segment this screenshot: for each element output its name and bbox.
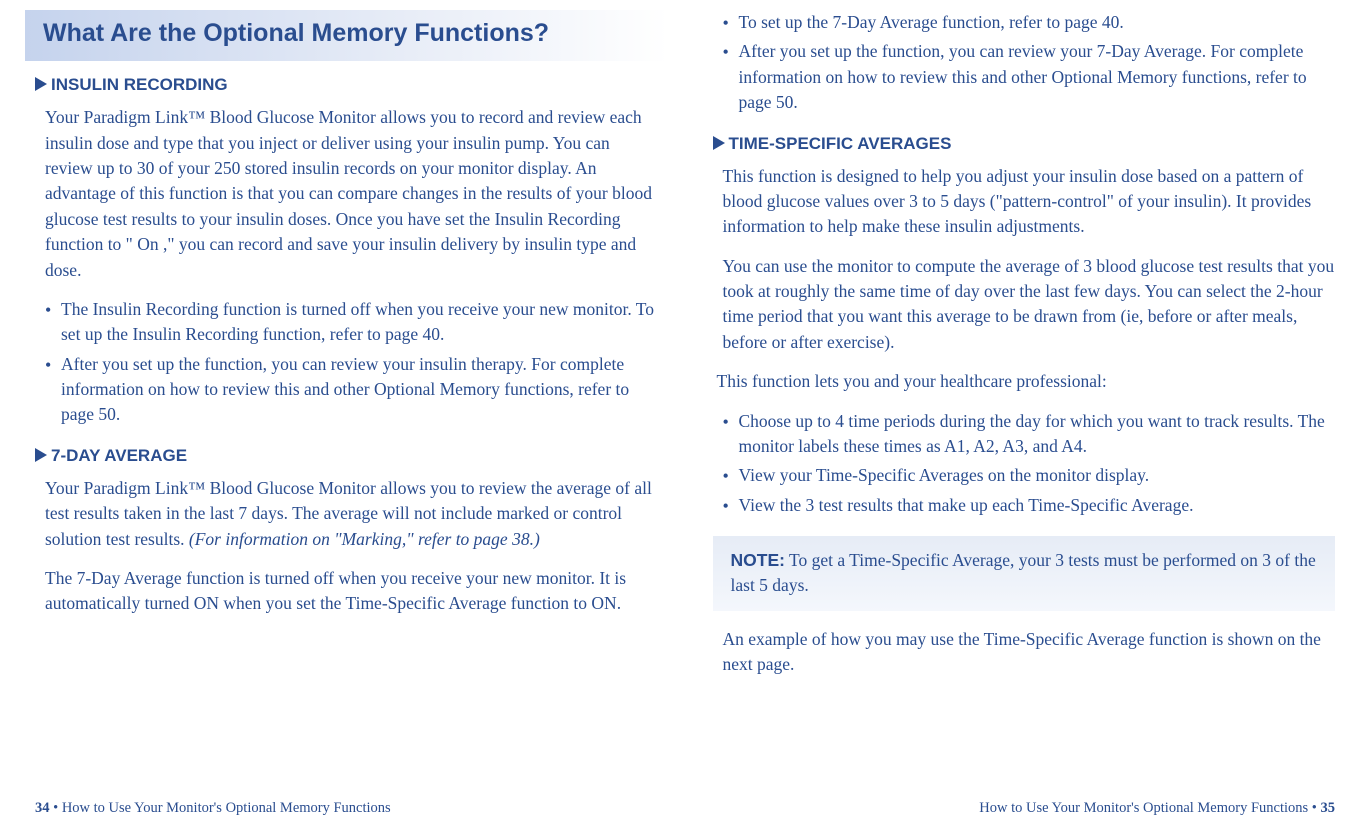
section-header-band: What Are the Optional Memory Functions? — [25, 10, 668, 61]
list-item: To set up the 7-Day Average function, re… — [723, 10, 1336, 35]
footer-text: How to Use Your Monitor's Optional Memor… — [979, 800, 1320, 816]
arrow-icon — [35, 77, 47, 91]
note-box: NOTE: To get a Time-Specific Average, yo… — [713, 536, 1336, 611]
list-item: View the 3 test results that make up eac… — [723, 493, 1336, 518]
section-header-title: What Are the Optional Memory Functions? — [43, 18, 650, 49]
list-item: The Insulin Recording function is turned… — [45, 297, 658, 348]
bullet-list: The Insulin Recording function is turned… — [45, 297, 658, 428]
note-label: NOTE: — [731, 550, 785, 570]
subheading-7day-average: 7-DAY AVERAGE — [35, 446, 658, 466]
subheading-text: TIME-SPECIFIC AVERAGES — [729, 134, 952, 153]
page-left: What Are the Optional Memory Functions? … — [0, 0, 678, 829]
paragraph: This function lets you and your healthca… — [717, 369, 1336, 394]
arrow-icon — [35, 448, 47, 462]
subheading-text: INSULIN RECORDING — [51, 75, 228, 94]
paragraph: Your Paradigm Link™ Blood Glucose Monito… — [45, 105, 658, 283]
page-footer-left: 34 • How to Use Your Monitor's Optional … — [35, 800, 391, 817]
subheading-insulin-recording: INSULIN RECORDING — [35, 75, 658, 95]
page-footer-right: How to Use Your Monitor's Optional Memor… — [979, 800, 1335, 817]
note-text: To get a Time-Specific Average, your 3 t… — [731, 550, 1316, 595]
list-item: After you set up the function, you can r… — [45, 352, 658, 428]
list-item: View your Time-Specific Averages on the … — [723, 463, 1336, 488]
footer-text: • How to Use Your Monitor's Optional Mem… — [50, 800, 391, 816]
paragraph: This function is designed to help you ad… — [723, 164, 1336, 240]
bullet-list: Choose up to 4 time periods during the d… — [723, 409, 1336, 519]
paragraph-italic: (For information on "Marking," refer to … — [189, 529, 540, 549]
paragraph: You can use the monitor to compute the a… — [723, 254, 1336, 356]
page-right: To set up the 7-Day Average function, re… — [678, 0, 1355, 829]
list-item: After you set up the function, you can r… — [723, 39, 1336, 115]
page-number: 35 — [1321, 800, 1336, 816]
paragraph: The 7-Day Average function is turned off… — [45, 566, 658, 617]
paragraph: Your Paradigm Link™ Blood Glucose Monito… — [45, 476, 658, 552]
subheading-time-specific-averages: TIME-SPECIFIC AVERAGES — [713, 134, 1336, 154]
bullet-list: To set up the 7-Day Average function, re… — [723, 10, 1336, 116]
paragraph: An example of how you may use the Time-S… — [723, 627, 1336, 678]
page-number: 34 — [35, 800, 50, 816]
list-item: Choose up to 4 time periods during the d… — [723, 409, 1336, 460]
arrow-icon — [713, 136, 725, 150]
subheading-text: 7-DAY AVERAGE — [51, 446, 187, 465]
